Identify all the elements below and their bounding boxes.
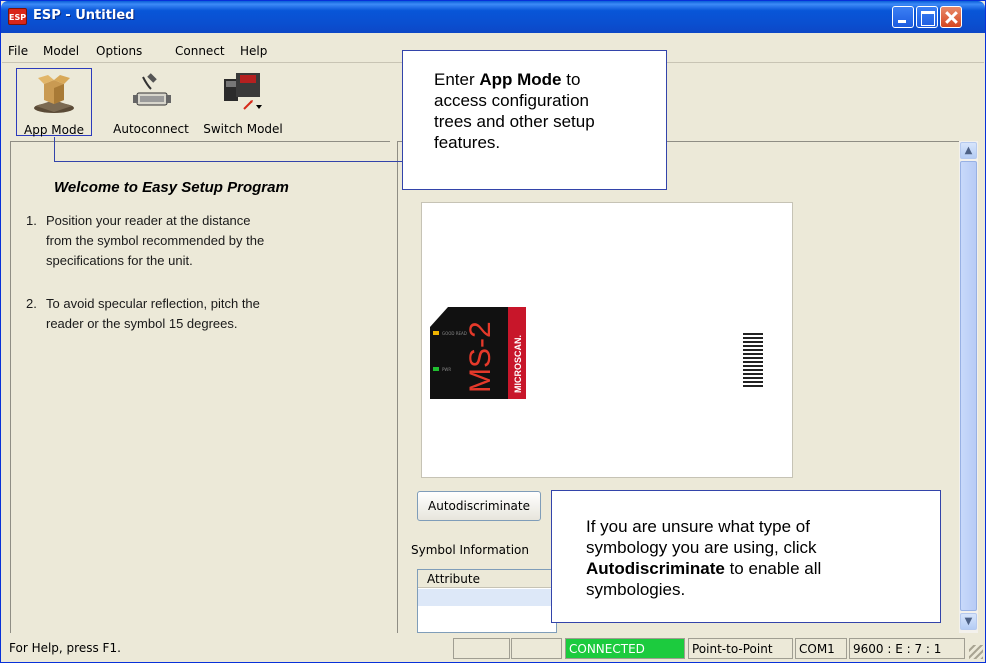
serial-cable-icon [133, 73, 171, 106]
callout-text: to [561, 70, 581, 89]
menu-help[interactable]: Help [240, 44, 267, 58]
step-text: Position your reader at the distance [46, 213, 251, 228]
step-number: 1. [26, 213, 37, 228]
step-text: specifications for the unit. [46, 253, 193, 268]
callout-text: If you are unsure what type of [586, 517, 810, 536]
callout-text: access configuration [434, 91, 589, 110]
status-help-text: For Help, press F1. [9, 641, 121, 655]
instruction-step-2: 2. To avoid specular reflection, pitch th… [26, 294, 260, 334]
status-bar: For Help, press F1. CONNECTED Point-to-P… [2, 635, 984, 662]
vertical-scrollbar[interactable]: ▲ ▼ [959, 141, 978, 633]
welcome-panel: Welcome to Easy Setup Program 1. Position… [10, 141, 390, 633]
step-text: reader or the symbol 15 degrees. [46, 316, 238, 331]
app-mode-label: App Mode [24, 123, 84, 137]
protocol-mode: Point-to-Point [688, 638, 793, 659]
minimize-button[interactable] [892, 6, 914, 28]
step-text: To avoid specular reflection, pitch the [46, 296, 260, 311]
app-mode-icon [34, 75, 74, 113]
menu-model[interactable]: Model [43, 44, 79, 58]
instruction-step-1: 1. Position your reader at the distance f… [26, 211, 264, 271]
menu-connect[interactable]: Connect [175, 44, 225, 58]
close-button[interactable] [940, 6, 962, 28]
window-title: ESP - Untitled [33, 8, 135, 23]
callout-bold-text: Autodiscriminate [586, 559, 725, 578]
callout-leader-line [54, 137, 55, 162]
step-text: from the symbol recommended by the [46, 233, 265, 248]
scroll-down-icon[interactable]: ▼ [960, 613, 977, 630]
autodiscriminate-button[interactable]: Autodiscriminate [417, 491, 541, 521]
app-window: ESP ESP - Untitled File Model Options Co… [0, 0, 986, 663]
esp-app-icon: ESP [8, 8, 27, 25]
app-mode-button[interactable]: App Mode [16, 68, 92, 137]
table-row[interactable] [418, 589, 556, 606]
ms2-reader-image: GOOD READ PWR MS-2 MICROSCAN. [430, 307, 526, 402]
barcode-symbol [743, 333, 763, 389]
callout-bold-text: App Mode [479, 70, 562, 89]
callout-leader-line [54, 161, 403, 162]
title-bar: ESP ESP - Untitled [1, 1, 985, 33]
scroll-thumb[interactable] [960, 161, 977, 611]
resize-grip-icon[interactable] [969, 645, 983, 659]
app-mode-callout: Enter App Mode to access configuration t… [402, 50, 667, 190]
welcome-heading: Welcome to Easy Setup Program [54, 179, 289, 196]
maximize-button[interactable] [916, 6, 938, 28]
callout-text: features. [434, 133, 501, 152]
status-pane-empty [511, 638, 562, 659]
callout-text: symbologies. [586, 580, 686, 599]
menu-file[interactable]: File [8, 44, 28, 58]
status-pane-empty [453, 638, 510, 659]
switch-model-label: Switch Model [203, 122, 283, 136]
connection-status: CONNECTED [565, 638, 685, 659]
serial-settings: 9600 : E : 7 : 1 [849, 638, 965, 659]
menu-options[interactable]: Options [96, 44, 142, 58]
reader-image-area: GOOD READ PWR MS-2 MICROSCAN. [421, 202, 793, 478]
attribute-column-header[interactable]: Attribute [418, 570, 556, 588]
symbol-information-label: Symbol Information [411, 543, 529, 557]
autoconnect-button[interactable]: Autoconnect [105, 68, 197, 136]
autodiscriminate-callout: If you are unsure what type of symbology… [551, 490, 941, 623]
callout-text: to enable all [724, 559, 822, 578]
autoconnect-label: Autoconnect [113, 122, 189, 136]
svg-text:PWR: PWR [442, 367, 451, 372]
symbol-attribute-table[interactable]: Attribute [417, 569, 557, 633]
callout-text: symbology you are using, click [586, 538, 817, 557]
callout-text: trees and other setup [434, 112, 595, 131]
step-number: 2. [26, 296, 37, 311]
svg-text:MS-2: MS-2 [464, 321, 497, 393]
scroll-up-icon[interactable]: ▲ [960, 142, 977, 159]
com-port: COM1 [795, 638, 847, 659]
panel-splitter[interactable] [390, 141, 397, 633]
switch-model-icon [224, 73, 262, 110]
callout-text: Enter [434, 70, 480, 89]
switch-model-button[interactable]: Switch Model [199, 68, 287, 136]
svg-text:MICROSCAN.: MICROSCAN. [513, 335, 523, 393]
